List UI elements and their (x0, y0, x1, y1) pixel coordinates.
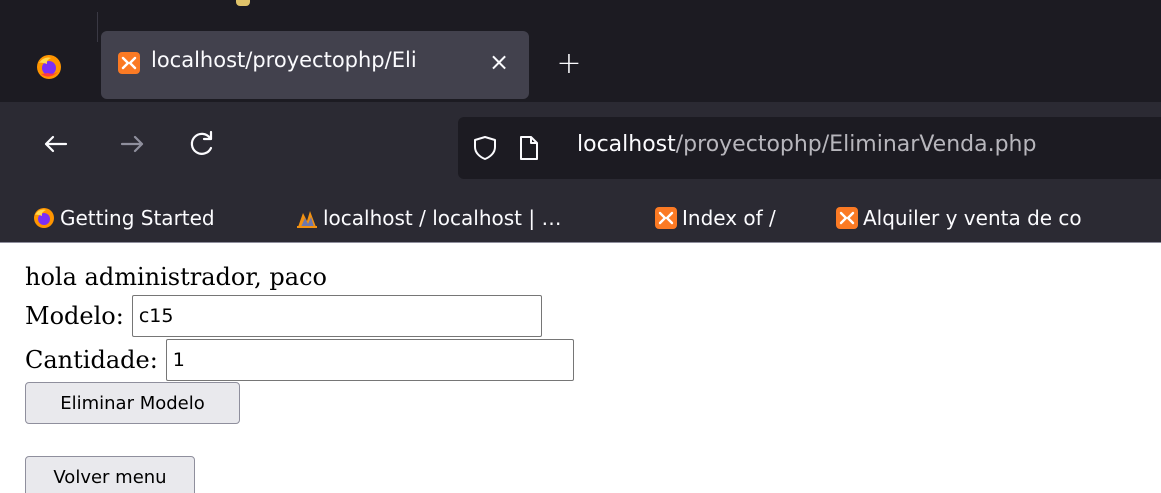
modelo-input[interactable]: c15 (131, 295, 542, 337)
firefox-icon (34, 208, 54, 228)
bookmark-label: Alquiler y venta de co (863, 206, 1082, 230)
forward-arrow-icon[interactable] (112, 124, 152, 164)
modelo-label: Modelo: (25, 302, 124, 330)
cantidade-label: Cantidade: (25, 346, 158, 374)
tab-bar-divider (97, 12, 98, 42)
url-text[interactable]: localhost/proyectophp/EliminarVenda.php (577, 132, 1036, 157)
url-path: /proyectophp/EliminarVenda.php (675, 132, 1037, 157)
xampp-icon (118, 52, 140, 74)
new-tab-button[interactable]: + (553, 46, 585, 82)
indicator-dot (236, 0, 250, 6)
tab-bar: localhost/proyectophp/Eli × + (0, 12, 1161, 102)
url-bar[interactable]: localhost/proyectophp/EliminarVenda.php (458, 117, 1161, 179)
modelo-row: Modelo: c15 (25, 295, 542, 337)
eliminar-modelo-button[interactable]: Eliminar Modelo (25, 382, 240, 424)
bookmark-phpmyadmin[interactable]: localhost / localhost | … (296, 202, 561, 234)
bookmark-label: Index of / (682, 206, 776, 230)
modelo-input-value: c15 (138, 305, 174, 327)
xampp-icon (836, 207, 858, 229)
bookmark-getting-started[interactable]: Getting Started (33, 202, 215, 234)
phpmyadmin-icon (297, 211, 317, 228)
tab-active[interactable]: localhost/proyectophp/Eli × (101, 31, 529, 99)
cantidade-input[interactable]: 1 (165, 339, 574, 381)
reload-icon[interactable] (182, 124, 222, 164)
cantidade-input-value: 1 (172, 349, 185, 371)
url-host: localhost (577, 132, 676, 157)
volver-menu-button[interactable]: Volver menu (25, 456, 195, 493)
tab-close-button[interactable]: × (483, 45, 515, 79)
tracking-protection-shield-icon[interactable] (472, 135, 498, 161)
navigation-bar: localhost/proyectophp/EliminarVenda.php (0, 102, 1161, 194)
xampp-icon (655, 207, 677, 229)
tab-title-fade (431, 41, 481, 85)
cantidade-row: Cantidade: 1 (25, 339, 574, 381)
window-top-strip (0, 0, 1161, 12)
bookmarks-toolbar: Getting Started localhost / localhost | … (0, 194, 1161, 242)
back-arrow-icon[interactable] (36, 124, 76, 164)
page-info-icon[interactable] (518, 135, 540, 161)
page-content: hola administrador, paco Modelo: c15 Can… (0, 242, 1161, 493)
bookmark-alquiler[interactable]: Alquiler y venta de co (836, 202, 1082, 234)
firefox-menu-icon[interactable] (36, 54, 62, 80)
greeting-text: hola administrador, paco (25, 263, 327, 291)
bookmark-label: Getting Started (60, 206, 215, 230)
bookmark-label: localhost / localhost | … (323, 206, 562, 230)
bookmark-index-of[interactable]: Index of / (655, 202, 776, 234)
